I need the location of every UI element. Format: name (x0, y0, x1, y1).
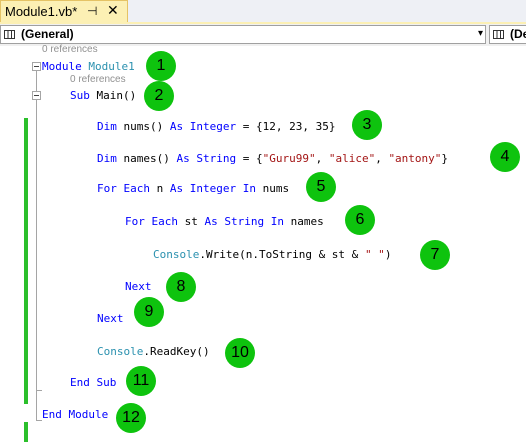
step-badge-1: 1 (146, 51, 176, 81)
change-indicator (24, 118, 28, 404)
step-badge-8: 8 (166, 272, 196, 302)
type-dropdown[interactable]: (General) ▾ (0, 25, 486, 44)
pin-icon[interactable]: ⊣ (87, 4, 97, 18)
code-line-1: Module Module1 (42, 60, 135, 73)
member-dropdown[interactable]: (De (489, 25, 526, 44)
step-badge-7: 7 (420, 240, 450, 270)
codelens-references[interactable]: 0 references (70, 74, 126, 85)
chevron-down-icon[interactable]: ▾ (478, 28, 483, 39)
code-line-10: Console.ReadKey() (97, 345, 210, 358)
step-badge-11: 11 (126, 366, 156, 396)
change-indicator (24, 422, 28, 442)
code-line-6: For Each st As String In names (125, 215, 324, 228)
step-badge-6: 6 (345, 205, 375, 235)
collapse-sub-icon[interactable] (32, 91, 41, 100)
step-badge-12: 12 (116, 403, 146, 433)
tab-module1[interactable]: Module1.vb* ⊣ ✕ (0, 0, 128, 22)
step-badge-3: 3 (352, 110, 382, 140)
code-line-12: End Module (42, 408, 109, 421)
code-line-7: Console.Write(n.ToString & st & " ") (153, 248, 392, 261)
member-dropdown-value: (De (510, 27, 526, 41)
grid-icon (493, 30, 504, 39)
code-line-2: Sub Main() (70, 89, 137, 102)
code-line-8: Next (125, 280, 152, 293)
step-badge-5: 5 (306, 172, 336, 202)
collapse-module-icon[interactable] (32, 62, 41, 71)
outline-guide (36, 100, 37, 390)
code-editor[interactable]: 0 references Module Module1 0 references… (0, 44, 526, 442)
type-dropdown-value: (General) (21, 27, 74, 41)
step-badge-4: 4 (490, 142, 520, 172)
close-icon[interactable]: ✕ (107, 3, 119, 19)
code-line-9: Next (97, 312, 124, 325)
outline-guide (36, 390, 42, 391)
step-badge-10: 10 (225, 338, 255, 368)
code-line-3: Dim nums() As Integer = {12, 23, 35} (97, 120, 336, 133)
step-badge-2: 2 (144, 81, 174, 111)
document-tab-bar: Module1.vb* ⊣ ✕ (0, 0, 526, 24)
grid-icon (4, 30, 15, 39)
codelens-references[interactable]: 0 references (42, 44, 98, 55)
code-line-4: Dim names() As String = {"Guru99", "alic… (97, 152, 449, 165)
code-line-5: For Each n As Integer In nums (97, 182, 290, 195)
code-line-11: End Sub (70, 376, 117, 389)
step-badge-9: 9 (134, 297, 164, 327)
tab-title: Module1.vb* (5, 4, 78, 19)
